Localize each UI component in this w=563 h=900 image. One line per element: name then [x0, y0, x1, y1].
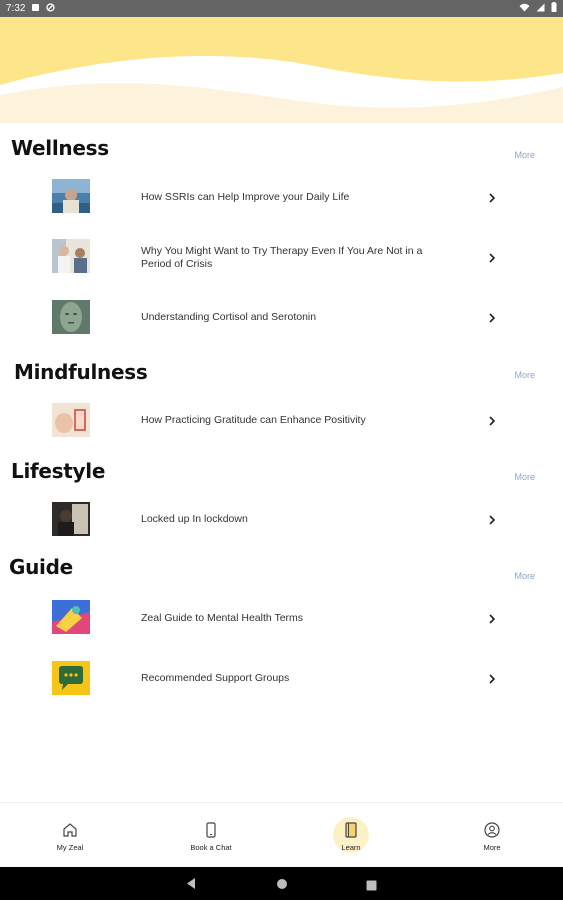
chevron-right-icon: [486, 311, 498, 323]
article-title: Locked up In lockdown: [141, 513, 248, 525]
article-thumbnail: [52, 600, 90, 634]
signal-icon: [536, 3, 545, 15]
book-icon: [342, 821, 360, 839]
article-row[interactable]: Locked up In lockdown: [0, 489, 563, 549]
back-icon[interactable]: [185, 877, 197, 895]
nav-tab-my-zeal[interactable]: My Zeal: [30, 803, 110, 868]
status-bar: 7:32: [0, 0, 563, 17]
nav-tab-book-a-chat[interactable]: Book a Chat: [171, 803, 251, 868]
article-title: How Practicing Gratitude can Enhance Pos…: [141, 414, 366, 426]
section-title-guide: Guide: [9, 555, 73, 579]
article-thumbnail: [52, 661, 90, 695]
section-title-lifestyle: Lifestyle: [11, 459, 106, 483]
nav-label: My Zeal: [56, 843, 84, 852]
article-row[interactable]: Why You Might Want to Try Therapy Even I…: [0, 227, 563, 287]
nav-tab-learn[interactable]: Learn: [311, 803, 391, 868]
phone-icon: [202, 821, 220, 839]
article-row[interactable]: How SSRIs can Help Improve your Daily Li…: [0, 167, 563, 227]
system-navigation-bar: [0, 867, 563, 900]
status-time: 7:32: [6, 3, 26, 14]
recents-icon[interactable]: [366, 878, 377, 896]
more-link-lifestyle[interactable]: More: [514, 472, 535, 482]
section-title-mindfulness: Mindfulness: [14, 360, 148, 384]
data-saver-icon: [46, 2, 56, 15]
article-thumbnail: [52, 239, 90, 273]
more-link-guide[interactable]: More: [514, 571, 535, 581]
wifi-icon: [519, 3, 530, 15]
article-thumbnail: [52, 179, 90, 213]
article-thumbnail: [52, 403, 90, 437]
chevron-right-icon: [486, 191, 498, 203]
nav-label: Book a Chat: [190, 843, 232, 852]
profile-icon: [483, 821, 501, 839]
article-thumbnail: [52, 300, 90, 334]
notification-icon: [31, 3, 40, 15]
article-title: How SSRIs can Help Improve your Daily Li…: [141, 191, 350, 203]
article-row[interactable]: Recommended Support Groups: [0, 648, 563, 708]
chevron-right-icon: [486, 612, 498, 624]
nav-label: More: [483, 843, 501, 852]
bottom-navigation: My Zeal Book a Chat Learn More: [0, 802, 563, 867]
chevron-right-icon: [486, 513, 498, 525]
header-banner: [0, 17, 563, 123]
article-row[interactable]: Understanding Cortisol and Serotonin: [0, 287, 563, 347]
article-title: Recommended Support Groups: [141, 672, 290, 684]
article-title: Why You Might Want to Try Therapy Even I…: [141, 245, 423, 270]
home-icon: [61, 821, 79, 839]
section-title-wellness: Wellness: [11, 136, 109, 160]
battery-icon: [551, 2, 557, 15]
chevron-right-icon: [486, 414, 498, 426]
more-link-mindfulness[interactable]: More: [514, 370, 535, 380]
chevron-right-icon: [486, 672, 498, 684]
article-thumbnail: [52, 502, 90, 536]
article-row[interactable]: How Practicing Gratitude can Enhance Pos…: [0, 390, 563, 450]
article-row[interactable]: Zeal Guide to Mental Health Terms: [0, 588, 563, 648]
nav-tab-more[interactable]: More: [452, 803, 532, 868]
article-title: Zeal Guide to Mental Health Terms: [141, 612, 304, 624]
article-title: Understanding Cortisol and Serotonin: [141, 311, 317, 323]
nav-label: Learn: [341, 843, 361, 852]
home-button-icon[interactable]: [276, 877, 288, 895]
more-link-wellness[interactable]: More: [514, 150, 535, 160]
chevron-right-icon: [486, 251, 498, 263]
